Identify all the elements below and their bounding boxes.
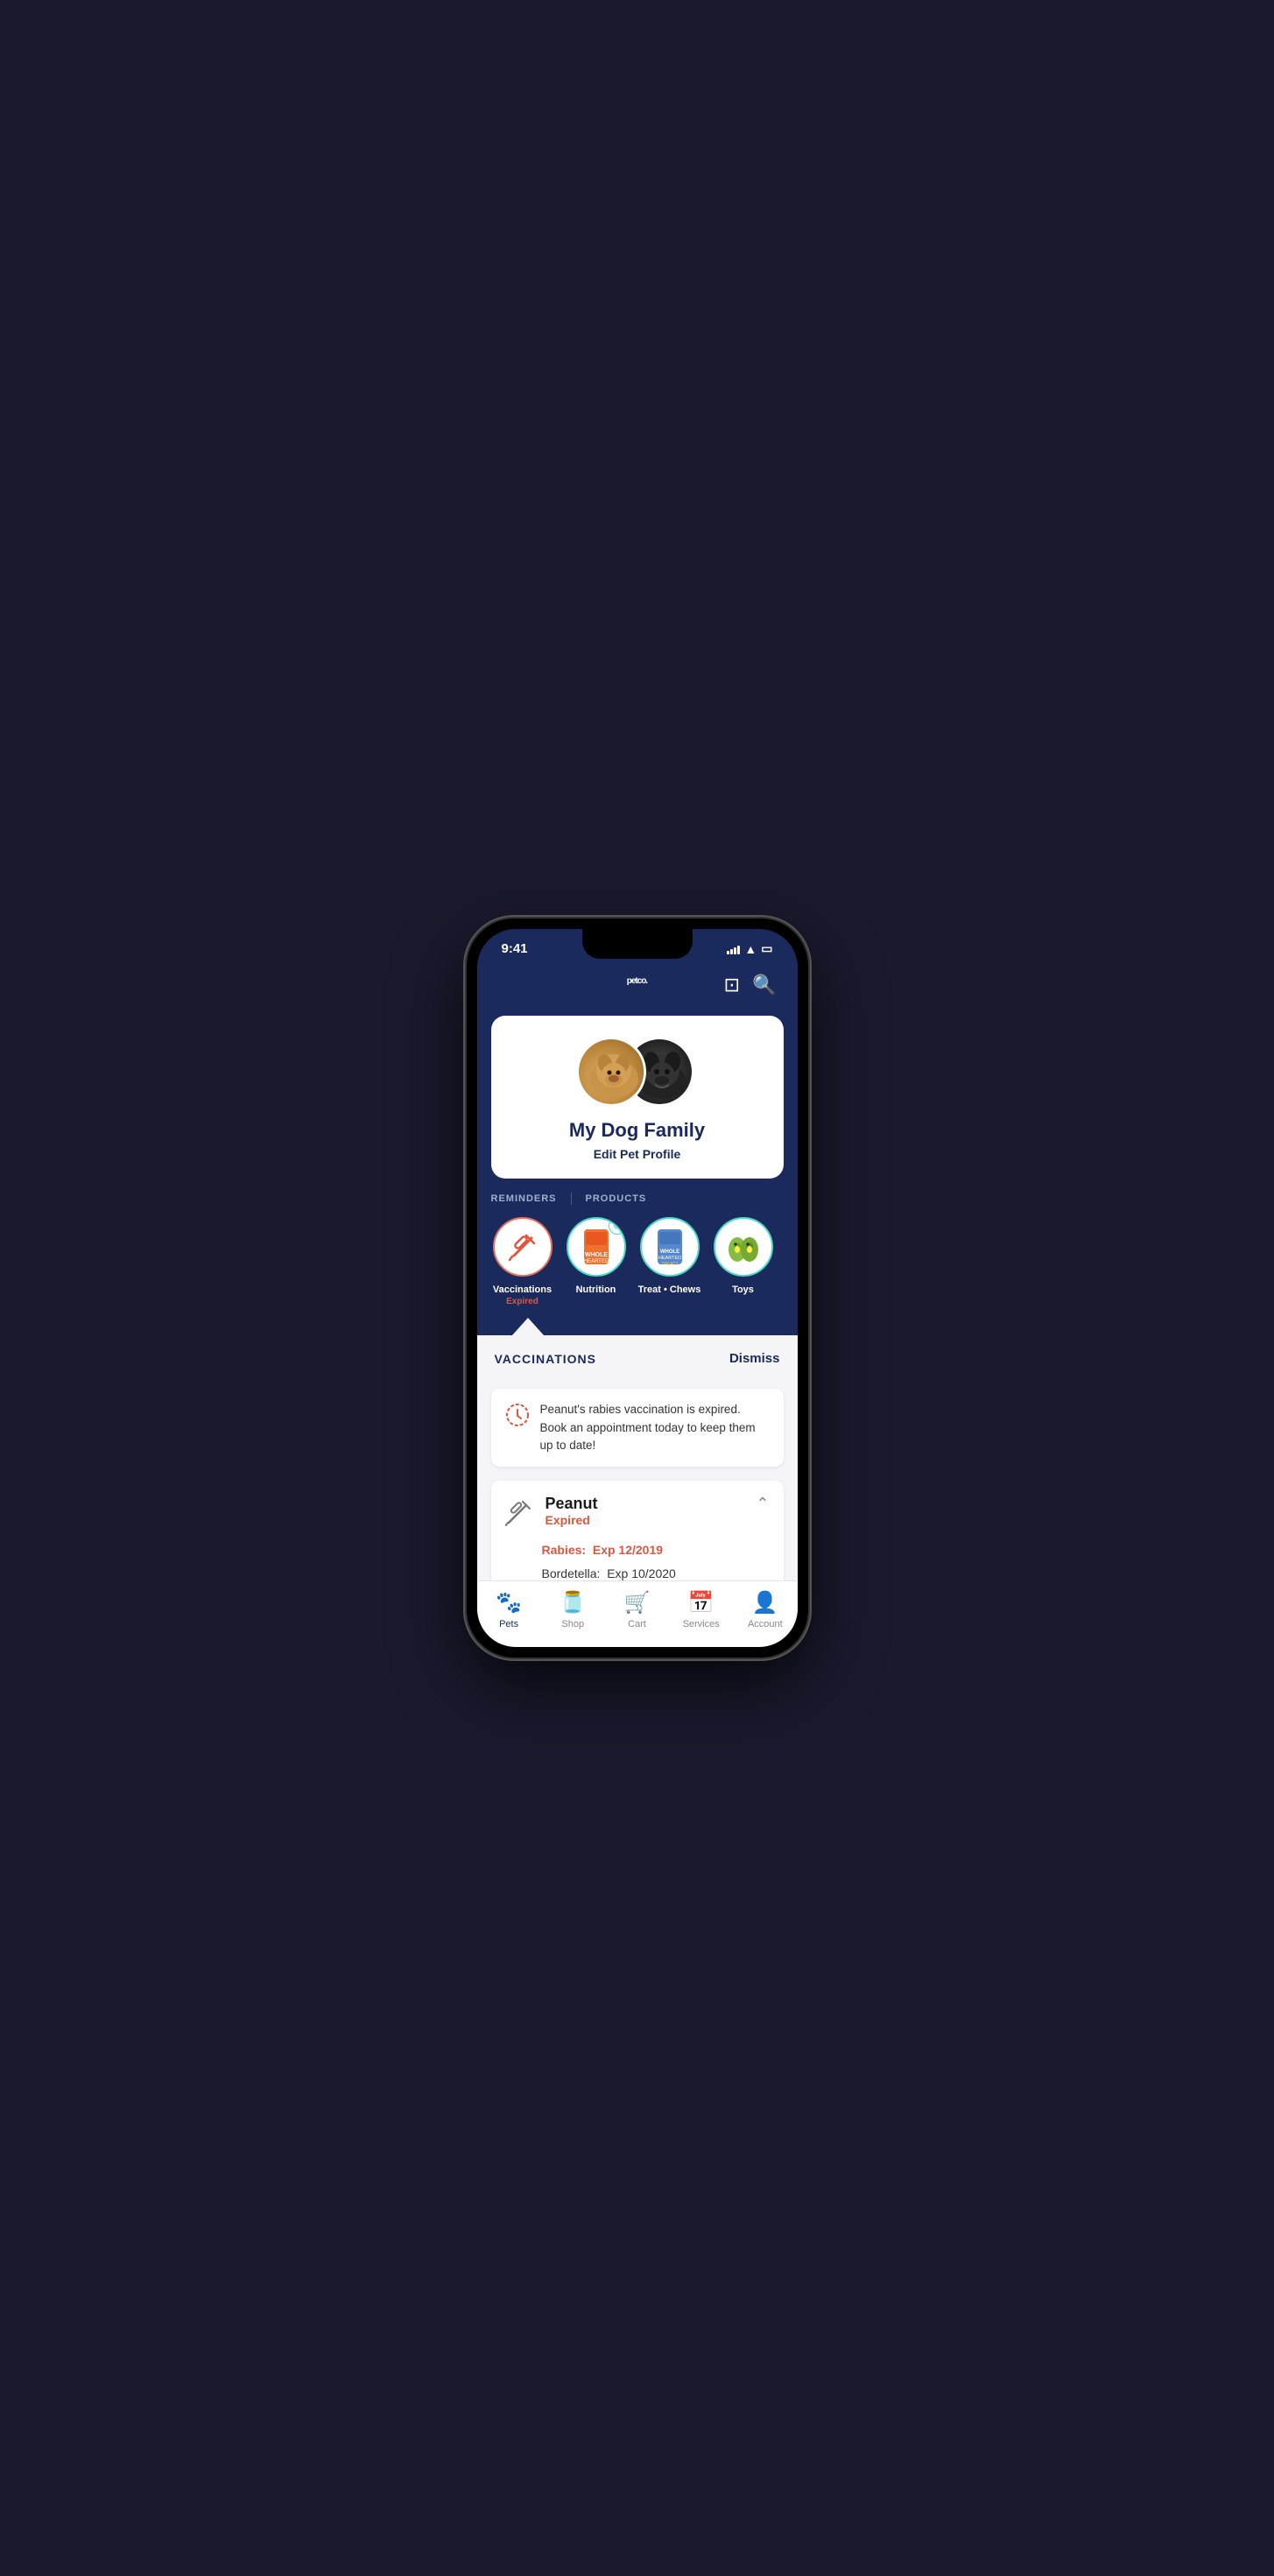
- alert-clock-icon: [505, 1403, 530, 1433]
- app-header: petco. ⊡ 🔍: [477, 961, 798, 1016]
- nav-item-account[interactable]: 👤 Account: [739, 1590, 792, 1629]
- section-divider: [571, 1193, 572, 1205]
- nav-label-pets: Pets: [499, 1619, 518, 1629]
- vacc-list: Rabies: Exp 12/2019 Bordetella: Exp 10/2…: [542, 1541, 770, 1580]
- syringe-icon: [505, 1498, 533, 1532]
- search-icon[interactable]: 🔍: [752, 974, 776, 996]
- petco-logo: petco.: [627, 970, 647, 1000]
- avatar-dog-1: [576, 1037, 646, 1107]
- nav-label-account: Account: [748, 1619, 783, 1629]
- edit-pet-profile-button[interactable]: Edit Pet Profile: [594, 1147, 681, 1161]
- svg-text:HEARTED: HEARTED: [583, 1259, 609, 1264]
- pet-vacc-left: Peanut Expired: [505, 1495, 598, 1532]
- svg-text:TREATS: TREATS: [661, 1262, 679, 1267]
- products-section: REMINDERS PRODUCTS V: [477, 1179, 798, 1318]
- treat-chews-product-icon: WHOLE HEARTED TREATS: [651, 1225, 689, 1269]
- alert-text: Peanut's rabies vaccination is expired. …: [540, 1401, 770, 1454]
- pet-name: Peanut: [545, 1495, 598, 1513]
- svg-text:HEARTED: HEARTED: [658, 1256, 680, 1261]
- main-content: VACCINATIONS Dismiss Peanut's rabies vac…: [477, 1335, 798, 1580]
- svg-text:WHOLE: WHOLE: [584, 1252, 607, 1258]
- treat-chews-label: Treat • Chews: [638, 1284, 701, 1296]
- nutrition-product-icon: WHOLE HEARTED: [577, 1225, 616, 1269]
- pet-card: My Dog Family Edit Pet Profile: [491, 1016, 784, 1179]
- header-icons: ⊡ 🔍: [724, 974, 777, 996]
- treat-chews-circle: WHOLE HEARTED TREATS: [640, 1217, 700, 1277]
- toys-product-icon: [721, 1225, 765, 1269]
- alert-box: Peanut's rabies vaccination is expired. …: [491, 1389, 784, 1467]
- section-labels: REMINDERS PRODUCTS: [491, 1193, 784, 1205]
- phone-screen: 9:41 ▲ ▭ petco. ⊡ 🔍: [477, 929, 798, 1647]
- syringe-reminder-icon: [507, 1231, 538, 1263]
- expired-clock-icon: [505, 1403, 530, 1427]
- product-treat-chews[interactable]: WHOLE HEARTED TREATS Treat • Chews: [638, 1217, 701, 1296]
- status-icons: ▲ ▭: [727, 941, 772, 956]
- battery-icon: ▭: [761, 941, 772, 956]
- arrow-up-indicator: [512, 1318, 544, 1335]
- bottom-nav: 🐾 Pets 🫙 Shop 🛒 Cart 📅 Services 👤 Accoun…: [477, 1580, 798, 1647]
- product-toys[interactable]: Toys: [712, 1217, 775, 1296]
- vacc-status: Expired: [545, 1513, 598, 1527]
- products-scroll: Vaccinations Expired ↻ WHOLE HEARTED: [491, 1217, 784, 1307]
- services-icon: 📅: [688, 1590, 714, 1615]
- nav-item-shop[interactable]: 🫙 Shop: [546, 1590, 599, 1629]
- vaccinations-circle: [493, 1217, 553, 1277]
- paw-icon: 🐾: [496, 1590, 522, 1615]
- vacc-item-rabies: Rabies: Exp 12/2019: [542, 1541, 770, 1559]
- nutrition-circle: ↻ WHOLE HEARTED: [567, 1217, 626, 1277]
- wifi-icon: ▲: [744, 942, 757, 956]
- vacc-item-bordetella: Bordetella: Exp 10/2020: [542, 1565, 770, 1580]
- product-nutrition[interactable]: ↻ WHOLE HEARTED Nutrition: [565, 1217, 628, 1296]
- svg-text:WHOLE: WHOLE: [659, 1249, 679, 1255]
- barcode-scanner-icon[interactable]: ⊡: [724, 974, 740, 996]
- vaccinations-label: Vaccinations Expired: [493, 1284, 552, 1307]
- shop-icon: 🫙: [560, 1590, 586, 1615]
- pet-vacc-card: Peanut Expired ⌃ Rabies: Exp 12/2019 Bor…: [491, 1481, 784, 1580]
- nutrition-label: Nutrition: [576, 1284, 616, 1296]
- reminders-label: REMINDERS: [491, 1193, 557, 1204]
- vaccinations-title: VACCINATIONS: [495, 1352, 596, 1366]
- toys-label: Toys: [732, 1284, 754, 1296]
- dog-tan-svg: [579, 1039, 646, 1107]
- pet-family-name: My Dog Family: [569, 1119, 705, 1142]
- pet-avatars: [576, 1037, 699, 1107]
- nav-item-services[interactable]: 📅 Services: [675, 1590, 728, 1629]
- dog-tan-image: [579, 1039, 644, 1104]
- vaccinations-header: VACCINATIONS Dismiss: [477, 1335, 798, 1376]
- cart-icon: 🛒: [624, 1590, 651, 1615]
- syringe-detail-icon: [505, 1498, 533, 1526]
- products-label: PRODUCTS: [586, 1193, 647, 1204]
- dismiss-button[interactable]: Dismiss: [729, 1351, 780, 1366]
- signal-strength-icon: [727, 944, 740, 954]
- nav-label-services: Services: [683, 1619, 720, 1629]
- notch: [582, 929, 693, 959]
- nav-item-pets[interactable]: 🐾 Pets: [482, 1590, 535, 1629]
- arrow-indicator-container: [477, 1318, 798, 1335]
- account-icon: 👤: [752, 1590, 778, 1615]
- nav-label-cart: Cart: [628, 1619, 646, 1629]
- chevron-up-icon[interactable]: ⌃: [756, 1495, 769, 1513]
- toys-circle: [714, 1217, 773, 1277]
- nav-item-cart[interactable]: 🛒 Cart: [610, 1590, 663, 1629]
- phone-wrapper: 9:41 ▲ ▭ petco. ⊡ 🔍: [467, 918, 808, 1658]
- status-time: 9:41: [502, 941, 528, 956]
- refresh-badge: ↻: [609, 1217, 626, 1235]
- pet-vacc-header: Peanut Expired ⌃: [505, 1495, 770, 1532]
- pet-vacc-info: Peanut Expired: [545, 1495, 598, 1527]
- nav-label-shop: Shop: [561, 1619, 584, 1629]
- reminder-vaccinations[interactable]: Vaccinations Expired: [491, 1217, 554, 1307]
